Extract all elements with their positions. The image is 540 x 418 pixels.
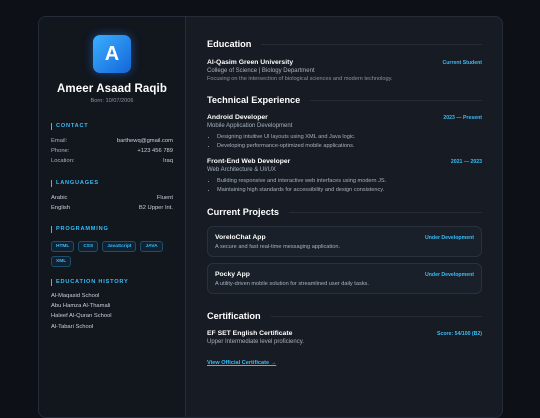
education-department: College of Science | Biology Department [207,68,315,74]
resume-card: A Ameer Asaad Raqib Born: 10/07/2006 CON… [38,16,503,418]
contact-key: Email: [51,138,68,144]
certificate-link-row: View Official Certificate → [207,351,482,369]
languages-title: LANGUAGES [51,179,173,187]
job-bullet: Building responsive and interactive web … [217,177,482,186]
job-header: Front-End Web Developer 2021 — 2023 [207,158,482,165]
heading-divider [310,99,482,101]
view-certificate-link[interactable]: View Official Certificate → [207,360,276,366]
job-bullet: Developing performance-optimized mobile … [217,142,482,151]
project-status: Under Development [424,235,474,241]
main-content: Education Al-Qasim Green University Curr… [186,17,502,417]
education-heading-text: Education [207,39,252,49]
language-name: English [51,204,71,211]
project-description: A secure and fast real-time messaging ap… [215,244,340,250]
education-history-title: EDUCATION HISTORY [51,279,173,287]
project-name: Pocky App [215,271,250,278]
certification-header: EF SET English Certificate Score: 54/100… [207,330,482,337]
languages-list: Arabic Fluent English B2 Upper Int. [51,193,173,213]
programming-title: PROGRAMMING [51,226,173,234]
projects-heading-text: Current Projects [207,207,279,217]
school-item: Al-Maqasid School [51,293,100,300]
project-header: Pocky App Under Development [215,271,474,278]
contact-list: Email: barthewq@gmail.com Phone: +123 45… [51,136,173,167]
contact-email[interactable]: barthewq@gmail.com [117,136,173,146]
university-name: Al-Qasim Green University [207,59,294,66]
experience-heading: Technical Experience [207,95,482,105]
skill-tag-css: CSS [78,241,99,253]
heading-divider [270,315,482,317]
language-level: B2 Upper Int. [138,204,173,211]
certificate-score: Score: 54/100 (B2) [437,331,482,337]
job-subtitle: Mobile Application Development [207,123,293,129]
job-bullet: Designing intuitive UI layouts using XML… [217,133,482,142]
job-subtitle: Web Architecture & UI/UX [207,167,276,173]
certification-heading: Certification [207,311,482,321]
language-level: Fluent [156,194,173,201]
skill-tag-xml: XML [51,256,72,268]
school-item: Al-Tabari School [51,323,94,330]
heading-divider [289,211,482,213]
job-entry: Android Developer 2023 — Present Mobile … [207,114,482,151]
job-title: Front-End Web Developer [207,158,291,165]
experience-heading-text: Technical Experience [207,95,301,105]
contact-row-phone: Phone: +123 456 789 [51,146,173,156]
job-dates: 2021 — 2023 [450,159,482,165]
avatar-initial: A [104,42,120,65]
education-focus: Focusing on the intersection of biologic… [207,76,393,82]
project-status: Under Development [424,272,474,278]
project-header: VoreloChat App Under Development [215,234,474,241]
profile-born: Born: 10/07/2006 [90,98,134,104]
school-item: Haleef Al-Quran School [51,313,112,320]
project-card[interactable]: VoreloChat App Under Development A secur… [207,226,482,257]
job-bullets: Designing intuitive UI layouts using XML… [207,133,482,151]
job-title: Android Developer [207,114,268,121]
job-bullet: Maintaining high standards for accessibi… [217,186,482,195]
skill-tag-html: HTML [51,241,75,253]
heading-divider [261,43,482,45]
job-bullets: Building responsive and interactive web … [207,177,482,195]
sidebar: A Ameer Asaad Raqib Born: 10/07/2006 CON… [39,17,186,417]
certificate-level: Upper Intermediate level proficiency. [207,339,304,345]
contact-key: Phone: [51,148,70,155]
certificate-name: EF SET English Certificate [207,330,293,337]
job-dates: 2023 — Present [443,115,482,121]
language-row: English B2 Upper Int. [51,203,173,213]
job-entry: Front-End Web Developer 2021 — 2023 Web … [207,158,482,195]
education-entry-header: Al-Qasim Green University Current Studen… [207,59,482,66]
project-name: VoreloChat App [215,234,266,241]
projects-heading: Current Projects [207,207,482,217]
contact-key: Location: [51,158,75,165]
education-history-list: Al-Maqasid School Abu Hamza Al-Thamali H… [51,291,173,332]
contact-title: CONTACT [51,123,173,130]
education-heading: Education [207,39,482,49]
contact-location: Iraq [163,158,173,165]
language-name: Arabic [51,194,68,201]
school-item: Abu Hamza Al-Thamali [51,303,111,310]
programming-tags: HTML CSS JavaScript JAVA XML [51,241,173,268]
contact-row-email: Email: barthewq@gmail.com [51,136,173,146]
certification-heading-text: Certification [207,311,261,321]
skill-tag-java: JAVA [140,241,163,253]
language-row: Arabic Fluent [51,193,173,203]
skill-tag-javascript: JavaScript [102,241,137,253]
education-status: Current Student [442,60,482,66]
contact-row-location: Location: Iraq [51,156,173,166]
contact-phone[interactable]: +123 456 789 [137,146,173,156]
job-header: Android Developer 2023 — Present [207,114,482,121]
profile-name: Ameer Asaad Raqib [57,83,167,95]
avatar: A [93,35,131,73]
project-card[interactable]: Pocky App Under Development A utility-dr… [207,263,482,294]
project-description: A utility-driven mobile solution for str… [215,281,369,287]
